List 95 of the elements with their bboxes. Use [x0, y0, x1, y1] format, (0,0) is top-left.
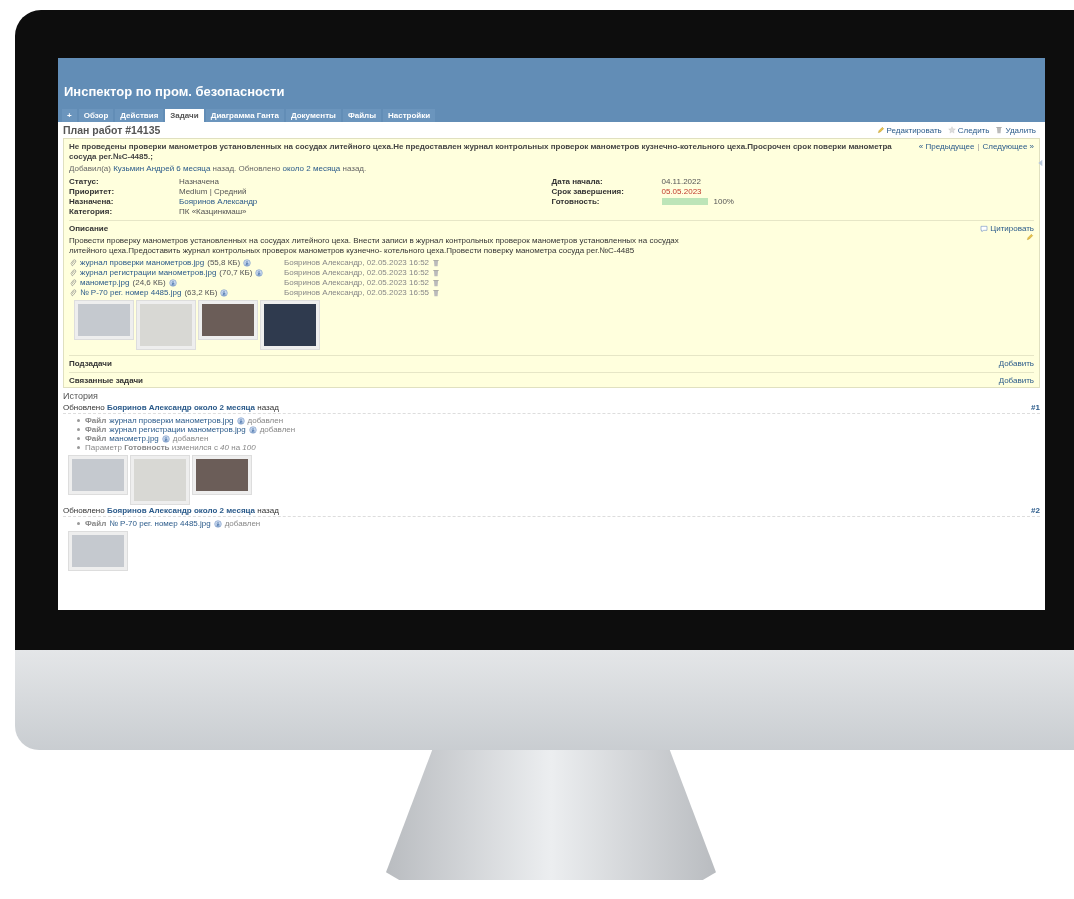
- bullet-icon: [77, 419, 80, 423]
- status-text: добавлен: [259, 425, 296, 435]
- download-icon[interactable]: [220, 288, 229, 297]
- file-author: Бояринов Александр, 02.05.2023 16:55: [284, 288, 430, 298]
- pencil-icon[interactable]: [1026, 233, 1034, 241]
- add-link[interactable]: Добавить: [998, 376, 1034, 386]
- file-link[interactable]: журнал проверки манометров.jpg: [80, 258, 205, 268]
- section-title: Связанные задачи: [69, 376, 143, 386]
- file-link[interactable]: манометр.jpg: [80, 278, 130, 288]
- field-value: ПК «Казцинкмаш»: [179, 207, 247, 216]
- file-size: (55,8 КБ): [207, 258, 241, 268]
- detail-label: Файл: [85, 519, 107, 529]
- star-icon: [947, 126, 956, 134]
- file-link[interactable]: журнал регистрации манометров.jpg: [109, 425, 246, 435]
- author-link[interactable]: 6 месяца: [176, 164, 211, 173]
- pencil-icon: [876, 126, 885, 134]
- field-value: 05.05.2023: [661, 187, 702, 196]
- field-label: Срок завершения:: [551, 187, 625, 196]
- action-link[interactable]: Редактировать: [886, 125, 942, 135]
- file-author: Бояринов Александр, 02.05.2023 16:52: [284, 268, 430, 278]
- section-title: Подзадачи: [69, 359, 112, 369]
- author-link[interactable]: Кузьмин Андрей: [113, 164, 175, 173]
- status-text: добавлен: [247, 416, 284, 426]
- file-link[interactable]: журнал проверки манометров.jpg: [109, 416, 234, 426]
- section-title: Описание: [69, 224, 109, 233]
- tab[interactable]: Задачи: [165, 109, 204, 122]
- add-link[interactable]: Добавить: [998, 359, 1034, 369]
- trash-icon[interactable]: [432, 258, 441, 267]
- download-icon[interactable]: [248, 425, 257, 434]
- progress-reading: 100%: [713, 197, 734, 206]
- file-size: (63,2 КБ): [184, 288, 218, 298]
- journal-number[interactable]: #2: [1031, 506, 1040, 516]
- file-size: (24,6 КБ): [132, 278, 166, 288]
- author-line: Добавил(а) Кузьмин Андрей 6 месяца назад. Обновлено около 2 месяца назад.: [69, 164, 368, 173]
- status-text: добавлен: [224, 519, 261, 529]
- download-icon[interactable]: [213, 519, 222, 528]
- detail-label: Файл: [85, 425, 107, 435]
- file-author: Бояринов Александр, 02.05.2023 16:52: [284, 258, 430, 268]
- download-icon[interactable]: [168, 278, 177, 287]
- field-label: Приоритет:: [69, 187, 116, 196]
- detail-text: Параметр Готовность изменился с 40 на 100: [85, 443, 256, 453]
- field-value: 04.11.2022: [661, 177, 701, 186]
- bullet-icon: [77, 437, 80, 441]
- action-link[interactable]: Следить: [957, 125, 990, 135]
- file-author: Бояринов Александр, 02.05.2023 16:52: [284, 278, 430, 288]
- file-link[interactable]: № Р-70 рег. номер 4485.jpg: [80, 288, 182, 298]
- journal-link[interactable]: около 2 месяца: [193, 403, 256, 413]
- file-link[interactable]: журнал регистрации манометров.jpg: [80, 268, 217, 278]
- journal-header: Обновлено Бояринов Александр около 2 месяца назад: [63, 506, 279, 516]
- download-icon[interactable]: [243, 258, 252, 267]
- detail-label: Файл: [85, 434, 107, 444]
- file-link[interactable]: манометр.jpg: [109, 434, 159, 444]
- journal-link[interactable]: около 2 месяца: [193, 506, 256, 516]
- field-value: Назначена: [179, 177, 219, 186]
- action-link[interactable]: Удалить: [1005, 125, 1036, 135]
- download-icon[interactable]: [236, 416, 245, 425]
- photo-placeholder[interactable]: [261, 301, 319, 350]
- app-title: Инспектор по пром. безопасности: [63, 84, 286, 101]
- previous-link[interactable]: « Предыдущее: [918, 142, 975, 162]
- detail-label: Файл: [85, 416, 107, 426]
- trash-icon: [995, 126, 1004, 134]
- speech-bubble-icon: [980, 224, 989, 233]
- field-label: Готовность:: [551, 197, 601, 206]
- next-link[interactable]: Следующее »: [982, 142, 1034, 162]
- field-value: Medium | Средний: [179, 187, 247, 196]
- bullet-icon: [77, 428, 80, 432]
- history-title: История: [63, 391, 99, 402]
- journal-link[interactable]: Бояринов Александр: [106, 403, 192, 413]
- status-text: добавлен: [172, 434, 209, 444]
- issue-heading: План работ #14135: [63, 124, 161, 136]
- issue-subject: Не проведены проверки манометров установленных на сосудах литейного цеха.Не предоставлен журнал контрольных проверок манометров кузнечно-котельного цеха.Просрочен срок поверки манометра сосуда рег.№С-4485.;: [69, 142, 893, 162]
- bullet-icon: [77, 522, 80, 526]
- field-label: Назначена:: [69, 197, 115, 206]
- description-text: Провести проверку манометров установленных на сосудах литейного цеха. Внести записи в журнал контрольных проверок манометров установленных на сосудах литейного цеха.Предоставить журнал контрольных проверок манометров кузнечно- котельного цеха.Провести поверку манометра сосуда рег.№С-4485: [69, 236, 680, 256]
- download-icon[interactable]: [161, 434, 170, 443]
- separator-text: |: [977, 142, 980, 153]
- field-label: Категория:: [69, 207, 114, 216]
- trash-icon[interactable]: [432, 278, 441, 287]
- field-label: Дата начала:: [551, 177, 604, 186]
- sidebar-toggle-icon[interactable]: [1037, 158, 1045, 167]
- bullet-icon: [77, 446, 80, 450]
- trash-icon[interactable]: [432, 288, 441, 297]
- quote-link[interactable]: Цитировать: [990, 224, 1034, 233]
- file-link[interactable]: № Р-70 рег. номер 4485.jpg: [109, 519, 211, 529]
- download-icon[interactable]: [255, 268, 264, 277]
- photo-placeholder[interactable]: [199, 301, 257, 340]
- journal-link[interactable]: Бояринов Александр: [106, 506, 192, 516]
- field-label: Статус:: [69, 177, 100, 186]
- file-size: (70,7 КБ): [219, 268, 253, 278]
- field-value[interactable]: Бояринов Александр: [179, 197, 258, 206]
- trash-icon[interactable]: [432, 268, 441, 277]
- journal-number[interactable]: #1: [1031, 403, 1040, 413]
- photo-placeholder[interactable]: [193, 456, 251, 495]
- journal-header: Обновлено Бояринов Александр около 2 месяца назад: [63, 403, 279, 413]
- author-link[interactable]: около 2 месяца: [282, 164, 341, 173]
